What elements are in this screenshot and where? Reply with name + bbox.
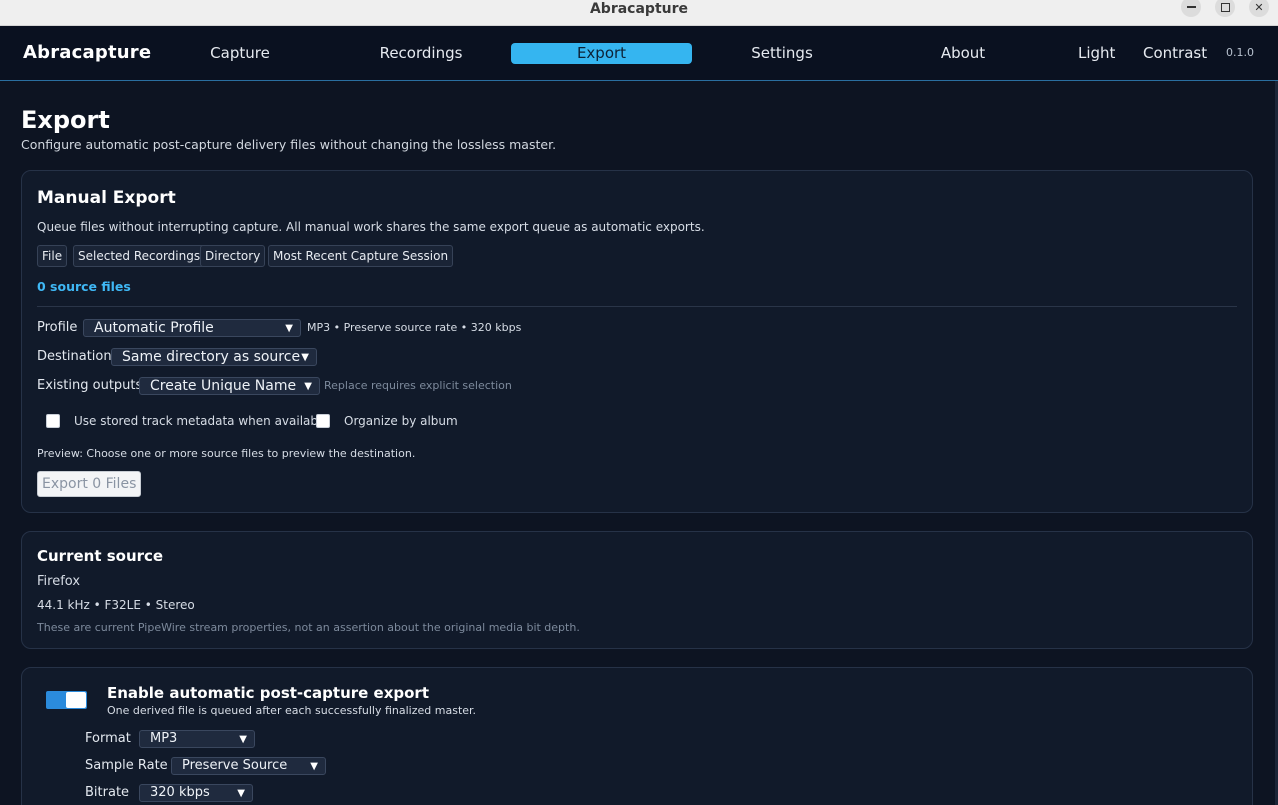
- source-count: 0 source files: [37, 279, 131, 294]
- sample-rate-select[interactable]: Preserve Source ▼: [171, 757, 326, 775]
- metadata-checkbox-label[interactable]: Use stored track metadata when available: [74, 414, 329, 428]
- source-selected-recordings-button[interactable]: Selected Recordings: [73, 245, 206, 267]
- album-checkbox-label[interactable]: Organize by album: [344, 414, 458, 428]
- dropdown-arrow-icon: ▼: [310, 761, 318, 772]
- tab-export[interactable]: Export: [511, 43, 692, 64]
- page-title: Export: [21, 106, 110, 134]
- manual-export-description: Queue files without interrupting capture…: [37, 220, 705, 234]
- current-source-title: Current source: [37, 547, 164, 565]
- dropdown-arrow-icon: ▼: [239, 734, 247, 745]
- tab-recordings[interactable]: Recordings: [361, 43, 481, 64]
- dropdown-arrow-icon: ▼: [304, 381, 312, 392]
- tab-capture[interactable]: Capture: [180, 43, 300, 64]
- auto-export-card: Enable automatic post-capture export One…: [21, 667, 1253, 805]
- destination-select[interactable]: Same directory as source ▼: [111, 348, 317, 366]
- bitrate-select[interactable]: 320 kbps ▼: [139, 784, 253, 802]
- existing-outputs-select[interactable]: Create Unique Name ▼: [139, 377, 320, 395]
- existing-outputs-hint: Replace requires explicit selection: [324, 379, 512, 392]
- profile-summary: MP3 • Preserve source rate • 320 kbps: [307, 321, 522, 334]
- auto-export-title: Enable automatic post-capture export: [107, 684, 429, 702]
- light-theme-link[interactable]: Light: [1078, 43, 1115, 64]
- destination-preview: Preview: Choose one or more source files…: [37, 447, 416, 460]
- app-brand: Abracapture: [23, 42, 152, 63]
- tab-about[interactable]: About: [903, 43, 1023, 64]
- current-source-properties: 44.1 kHz • F32LE • Stereo: [37, 598, 195, 612]
- window-titlebar: Abracapture ✕: [0, 0, 1278, 26]
- profile-label: Profile: [37, 320, 78, 335]
- album-checkbox[interactable]: [316, 414, 330, 428]
- source-file-button[interactable]: File: [37, 245, 68, 267]
- auto-export-toggle[interactable]: [46, 691, 87, 709]
- dropdown-arrow-icon: ▼: [237, 788, 245, 799]
- bitrate-label: Bitrate: [85, 785, 130, 800]
- app-navbar: Abracapture Capture Recordings Export Se…: [0, 26, 1278, 81]
- dropdown-arrow-icon: ▼: [301, 352, 309, 363]
- section-divider: [37, 306, 1237, 307]
- auto-export-description: One derived file is queued after each su…: [107, 704, 477, 717]
- toggle-knob: [66, 692, 86, 708]
- window-title: Abracapture: [589, 1, 689, 17]
- export-files-button[interactable]: Export 0 Files: [37, 471, 142, 497]
- manual-export-title: Manual Export: [37, 188, 176, 208]
- current-source-card: Current source Firefox 44.1 kHz • F32LE …: [21, 531, 1253, 649]
- destination-label: Destination: [37, 349, 112, 364]
- manual-export-card: Manual Export Queue files without interr…: [21, 170, 1253, 513]
- profile-select-value: Automatic Profile: [94, 320, 214, 336]
- current-source-name: Firefox: [37, 574, 81, 589]
- format-label: Format: [85, 731, 131, 746]
- sample-rate-label: Sample Rate: [85, 758, 168, 773]
- bitrate-select-value: 320 kbps: [150, 785, 210, 800]
- metadata-checkbox[interactable]: [46, 414, 60, 428]
- app-version: 0.1.0: [1226, 46, 1254, 59]
- close-icon: ✕: [1254, 0, 1264, 14]
- profile-select[interactable]: Automatic Profile ▼: [83, 319, 301, 337]
- source-directory-button[interactable]: Directory: [200, 245, 266, 267]
- sample-rate-select-value: Preserve Source: [182, 758, 288, 773]
- existing-outputs-label: Existing outputs: [37, 378, 143, 393]
- current-source-note: These are current PipeWire stream proper…: [37, 621, 580, 634]
- dropdown-arrow-icon: ▼: [285, 323, 293, 334]
- page-subtitle: Configure automatic post-capture deliver…: [21, 137, 557, 152]
- tab-settings[interactable]: Settings: [722, 43, 842, 64]
- source-recent-session-button[interactable]: Most Recent Capture Session: [268, 245, 454, 267]
- contrast-theme-link[interactable]: Contrast: [1143, 43, 1207, 64]
- minimize-icon: [1186, 6, 1196, 8]
- destination-select-value: Same directory as source: [122, 349, 301, 365]
- maximize-icon: [1220, 2, 1230, 12]
- existing-outputs-select-value: Create Unique Name: [150, 378, 297, 394]
- format-select-value: MP3: [150, 731, 178, 746]
- format-select[interactable]: MP3 ▼: [139, 730, 255, 748]
